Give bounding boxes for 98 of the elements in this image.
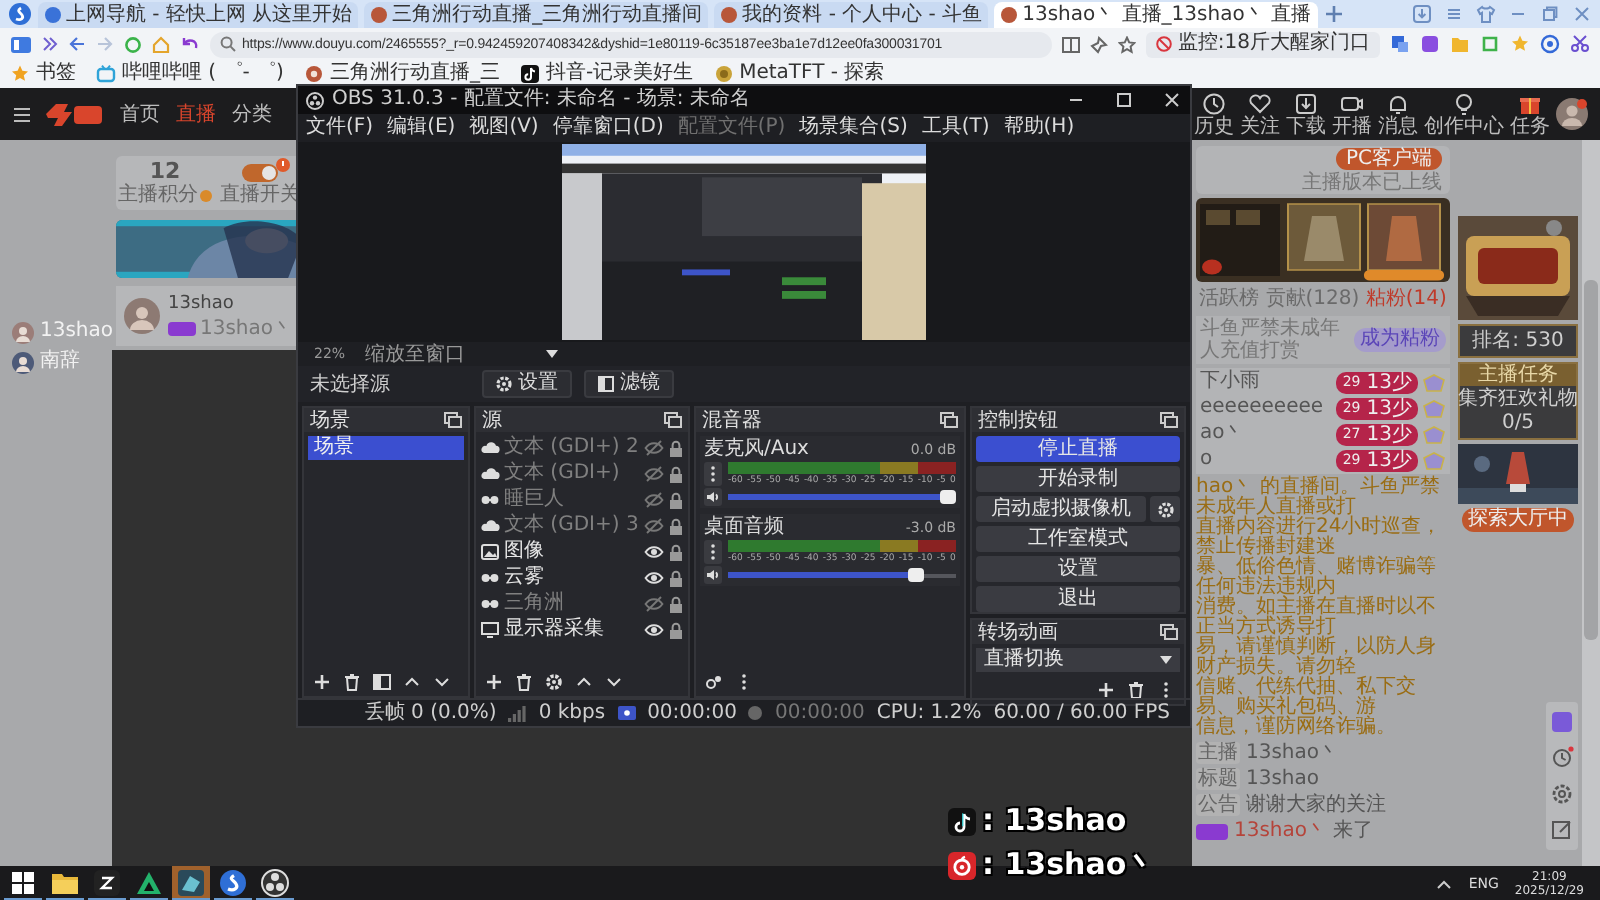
bookmark-link[interactable]: 哔哩哔哩 ( ゜- ゜) [96, 62, 284, 86]
badge-club: 13少 [1366, 423, 1412, 445]
task-title: 主播任务 [1460, 364, 1576, 386]
dock-title: 转场动画 [978, 621, 1058, 643]
badge-club: 13少 [1366, 371, 1412, 393]
header-action[interactable]: 下载 [1286, 91, 1326, 137]
control-button[interactable]: 设置 [976, 556, 1180, 582]
nav-link[interactable]: 分类 [232, 100, 272, 128]
notice-line: 信赌、代练代抽、私下交易、购买礼包码、游 [1196, 678, 1418, 718]
control-button[interactable]: 工作室模式 [976, 526, 1180, 552]
scene-item[interactable]: 场景 [308, 436, 464, 460]
search-field[interactable]: 监控:18斤大醒家门口 [1145, 31, 1380, 57]
search-text: 监控:18斤大醒家门口 [1177, 32, 1370, 56]
badge-club: 13少 [1366, 397, 1412, 419]
explore-button[interactable]: 探索大厅中 [1462, 508, 1574, 532]
source-item[interactable]: 睡巨人 [480, 488, 684, 512]
bookmark-link[interactable]: 书签 [10, 62, 76, 86]
bookmark-link[interactable]: 抖音-记录美好生 [519, 62, 694, 86]
notice-line: 直播内容进行24小时巡查，禁止传播封建迷 [1196, 518, 1444, 558]
window-title: OBS 31.0.3 - 配置文件: 未命名 - 场景: 未命名 [332, 88, 750, 112]
nav-link[interactable]: 直播 [176, 100, 216, 128]
toolbar-button[interactable]: 滤镜 [584, 370, 674, 398]
control-button[interactable]: 启动虚拟摄像机 [976, 496, 1146, 522]
fan-name: 下小雨 [1200, 370, 1262, 394]
control-button[interactable]: 开始录制 [976, 466, 1180, 492]
source-item[interactable]: 图像 [480, 540, 684, 564]
bookmark-link[interactable]: 三角洲行动直播_三 [303, 62, 500, 86]
task-text: 集齐狂欢礼物 [1458, 388, 1578, 410]
dock-title: 控制按钮 [978, 409, 1058, 431]
info-value: 13shao丶 [1246, 742, 1340, 764]
menu-item[interactable]: 场景集合(S) [799, 116, 908, 140]
source-item[interactable]: 显示器采集 [480, 618, 684, 642]
control-button[interactable]: 退出 [976, 586, 1180, 612]
channel-name: 桌面音频 [704, 516, 784, 538]
browser-tab[interactable]: 13shao丶 直播_13shao丶 直播 [994, 2, 1317, 28]
browser-tab[interactable]: 上网导航 - 轻快上网 从这里开始 [38, 2, 359, 28]
rank-text: 排名: 530 [1472, 330, 1564, 352]
source-item[interactable]: 文本 (GDI+) [480, 462, 684, 486]
anchor-handle: 13shao丶 [200, 317, 294, 339]
info-value: 谢谢大家的关注 [1246, 794, 1386, 816]
overlay-text: : 13shao丶 [982, 848, 1157, 882]
menu-item[interactable]: 文件(F) [306, 116, 374, 140]
channel-name: 麦克风/Aux [704, 438, 809, 460]
info-label: 标题 [1196, 768, 1240, 790]
menu-item[interactable]: 编辑(E) [387, 116, 456, 140]
header-action[interactable]: 创作中心 [1424, 91, 1504, 137]
record-time: 00:00:00 [774, 701, 865, 725]
notice-line: 易，请谨慎判断，以防人身财产损失。请勿轻 [1196, 638, 1438, 678]
source-status: 未选择源 [310, 371, 392, 398]
anchor-name: 13shao [168, 293, 236, 315]
cpu-usage: CPU: 1.2% [876, 701, 982, 725]
promo-text: 主播版本已上线 [1302, 171, 1442, 193]
notice-line: 暴、低俗色情、赌博诈骗等任何违法违规内 [1196, 558, 1438, 598]
info-label: 主播 [1196, 742, 1240, 764]
nav-link[interactable]: 首页 [120, 100, 160, 128]
overlay-text: : 13shao [982, 804, 1127, 838]
notice-line: hao丶 的直播间。斗鱼严禁未成年人直播或打 [1196, 478, 1442, 518]
transition-dropdown[interactable]: 直播切换 [976, 648, 1180, 672]
bookmark-link[interactable]: MetaTFT - 探索 [713, 62, 885, 86]
control-button[interactable]: 停止直播 [976, 436, 1180, 462]
header-action[interactable]: 历史 [1194, 91, 1234, 137]
dropped-frames: 丢帧 0 (0.0%) [364, 701, 497, 725]
browser-tab[interactable]: 三角洲行动直播_三角洲行动直播间 [364, 2, 709, 28]
badge-club: 13少 [1366, 449, 1412, 471]
menu-item[interactable]: 停靠窗口(D) [552, 116, 664, 140]
menu-item[interactable]: 工具(T) [921, 116, 990, 140]
header-action[interactable]: 关注 [1240, 91, 1280, 137]
dock-title: 场景 [310, 409, 350, 431]
info-value: 13shao [1246, 768, 1320, 790]
dock-title: 源 [482, 409, 502, 431]
browser-tab[interactable]: 我的资料 - 个人中心 - 斗鱼 [714, 2, 989, 28]
notice-line: 信息，谨防网络诈骗。 [1196, 718, 1398, 738]
fan-name: eeeeeeeeee [1200, 396, 1326, 420]
header-action[interactable]: 消息 [1378, 91, 1418, 137]
source-item[interactable]: 云雾 [480, 566, 684, 590]
toolbar-button[interactable]: 设置 [482, 370, 572, 398]
header-action[interactable]: 开播 [1332, 91, 1372, 137]
score-label: 主播积分 [118, 184, 198, 206]
bitrate: 0 kbps [538, 701, 606, 725]
fan-name: ao丶 [1200, 422, 1247, 446]
fan-name: o [1200, 448, 1215, 472]
menu-item[interactable]: 视图(V) [469, 116, 539, 140]
info-label: 公告 [1196, 794, 1240, 816]
source-item[interactable]: 文本 (GDI+) 3 [480, 514, 684, 538]
chat-message: 来了 [1333, 820, 1374, 842]
task-count: 0/5 [1501, 412, 1535, 434]
client-button[interactable]: PC客户端 [1335, 147, 1442, 169]
notice-text: 斗鱼严禁未成年人充值打赏 [1200, 318, 1342, 362]
frame-rate: 60.00 / 60.00 FPS [993, 701, 1170, 725]
stream-time: 00:00:00 [647, 701, 737, 725]
dock-title: 混音器 [702, 409, 762, 431]
menu-item[interactable]: 帮助(H) [1003, 116, 1075, 140]
notice-line: 消费。如主播在直播时以不正当方式诱导打 [1196, 598, 1438, 638]
score-value: 12 [149, 160, 181, 184]
header-action[interactable]: 任务 [1510, 91, 1550, 137]
source-item[interactable]: 三角洲 [480, 592, 684, 616]
zoom-dropdown[interactable]: 缩放至窗口 [365, 343, 558, 365]
source-item[interactable]: 文本 (GDI+) 2 [480, 436, 684, 460]
